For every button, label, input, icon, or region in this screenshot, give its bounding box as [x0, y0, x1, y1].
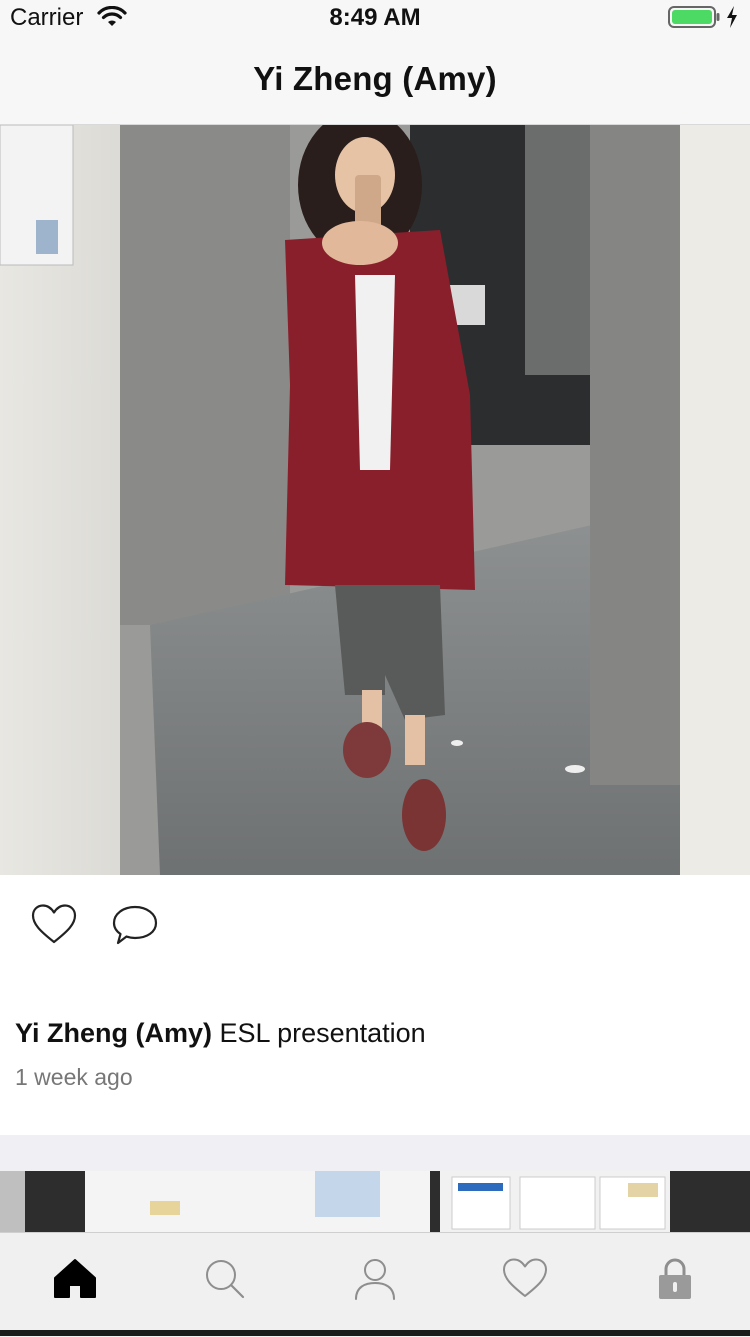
- post-photo-image: [0, 125, 750, 875]
- post-timestamp: 1 week ago: [15, 1064, 133, 1090]
- comment-button[interactable]: [110, 903, 160, 947]
- home-indicator-strip: [0, 1330, 750, 1336]
- profile-icon: [355, 1259, 395, 1300]
- caption-author[interactable]: Yi Zheng (Amy): [15, 1018, 212, 1048]
- clock: 8:49 AM: [329, 4, 421, 31]
- next-post-image: [0, 1171, 750, 1233]
- tab-search[interactable]: [150, 1233, 300, 1337]
- tab-lock[interactable]: [600, 1233, 750, 1337]
- post-caption: Yi Zheng (Amy) ESL presentation: [15, 1018, 426, 1049]
- lock-icon: [659, 1258, 691, 1299]
- tab-home[interactable]: [0, 1233, 150, 1337]
- page-title: Yi Zheng (Amy): [253, 60, 497, 97]
- tab-profile[interactable]: [300, 1233, 450, 1337]
- post-photo[interactable]: [0, 125, 750, 875]
- like-button[interactable]: [30, 903, 78, 945]
- tab-bar: [0, 1232, 750, 1337]
- nav-bar: Yi Zheng (Amy): [0, 40, 750, 125]
- home-icon: [54, 1259, 96, 1298]
- post-separator: [0, 1135, 750, 1171]
- next-post-photo[interactable]: [0, 1171, 750, 1233]
- battery-charging-icon: [668, 6, 720, 28]
- tab-activity[interactable]: [450, 1233, 600, 1337]
- caption-text: ESL presentation: [219, 1018, 426, 1048]
- status-bar: Carrier 8:49 AM: [0, 0, 750, 40]
- charging-bolt-icon: [727, 6, 737, 28]
- search-icon: [206, 1260, 245, 1299]
- heart-icon: [503, 1258, 547, 1297]
